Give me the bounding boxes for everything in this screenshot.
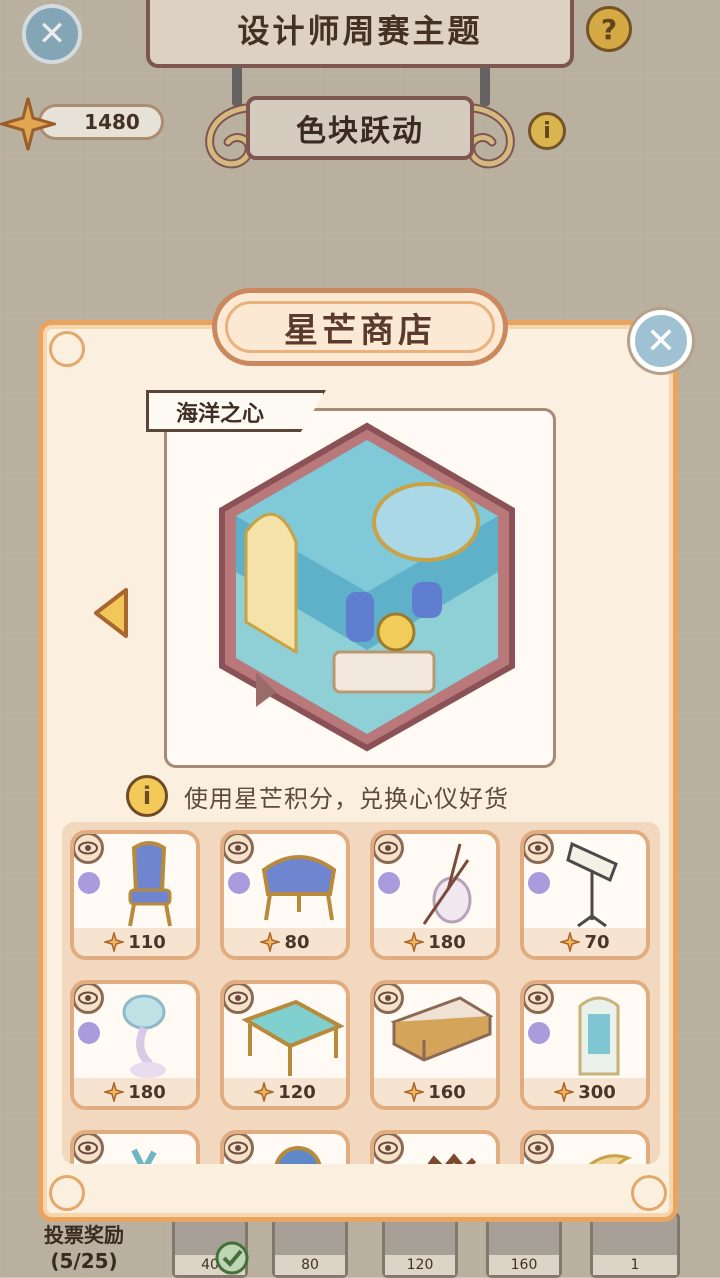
star-icon bbox=[104, 932, 125, 952]
shop-item[interactable]: 110 bbox=[70, 830, 200, 960]
cabinet-icon bbox=[578, 996, 620, 1076]
eye-icon[interactable] bbox=[524, 984, 554, 1014]
shop-item[interactable]: 180 bbox=[70, 980, 200, 1110]
shop-item[interactable] bbox=[370, 1130, 500, 1164]
shop-title: 星芒商店 bbox=[284, 310, 436, 351]
eye-icon[interactable] bbox=[74, 984, 104, 1014]
eye-icon[interactable] bbox=[374, 1134, 404, 1164]
shop-hint-row: i 使用星芒积分，兑换心仪好货 bbox=[126, 774, 509, 818]
category-tag-icon bbox=[526, 1020, 552, 1046]
chair-icon bbox=[128, 841, 172, 927]
close-icon[interactable]: ✕ bbox=[630, 310, 692, 372]
category-tag-icon bbox=[376, 870, 402, 896]
item-price: 120 bbox=[278, 1081, 316, 1103]
shop-item[interactable]: 80 bbox=[220, 830, 350, 960]
desk-icon bbox=[390, 996, 494, 1062]
shop-item[interactable]: 70 bbox=[520, 830, 650, 960]
item-price: 180 bbox=[428, 931, 466, 953]
category-tag-icon bbox=[76, 870, 102, 896]
crown-icon bbox=[427, 1153, 477, 1164]
star-icon bbox=[260, 932, 281, 952]
shop-item[interactable] bbox=[220, 1130, 350, 1164]
eye-icon[interactable] bbox=[224, 1134, 254, 1164]
star-icon bbox=[554, 1082, 575, 1102]
shop-hint: 使用星芒积分，兑换心仪好货 bbox=[184, 784, 509, 813]
shop-title-banner: 星芒商店 bbox=[212, 288, 508, 366]
decor-icon bbox=[131, 1148, 157, 1164]
eye-icon[interactable] bbox=[374, 834, 404, 864]
star-icon bbox=[404, 932, 425, 952]
shop-item[interactable] bbox=[70, 1130, 200, 1164]
item-price: 110 bbox=[128, 931, 166, 953]
item-price: 300 bbox=[578, 1081, 616, 1103]
eye-icon[interactable] bbox=[224, 834, 254, 864]
tail-icon bbox=[588, 1154, 633, 1164]
shop-item[interactable]: 160 bbox=[370, 980, 500, 1110]
eye-icon[interactable] bbox=[524, 834, 554, 864]
item-price: 80 bbox=[284, 931, 310, 953]
shop-item[interactable]: 180 bbox=[370, 830, 500, 960]
item-grid[interactable]: 110 80 180 70 180 120 160 300 bbox=[62, 822, 660, 1164]
eye-icon[interactable] bbox=[74, 1134, 104, 1164]
item-price: 180 bbox=[128, 1081, 166, 1103]
shell-lamp-icon bbox=[122, 994, 166, 1078]
shop-item[interactable] bbox=[520, 1130, 650, 1164]
cello-icon bbox=[422, 843, 472, 925]
category-tag-icon bbox=[226, 870, 252, 896]
eye-icon[interactable] bbox=[74, 834, 104, 864]
info-icon: i bbox=[126, 775, 168, 817]
bench-icon bbox=[261, 855, 337, 921]
corner-ornament bbox=[49, 331, 85, 367]
room-preview-image bbox=[219, 422, 515, 752]
item-price: 160 bbox=[428, 1081, 466, 1103]
star-icon bbox=[104, 1082, 125, 1102]
star-icon bbox=[404, 1082, 425, 1102]
shop-item[interactable]: 120 bbox=[220, 980, 350, 1110]
star-icon bbox=[560, 932, 581, 952]
item-price: 70 bbox=[584, 931, 610, 953]
globe-icon bbox=[274, 1146, 322, 1164]
category-tag-icon bbox=[526, 870, 552, 896]
music-stand-icon bbox=[566, 841, 618, 928]
corner-ornament bbox=[631, 1175, 667, 1211]
eye-icon[interactable] bbox=[524, 1134, 554, 1164]
corner-ornament bbox=[49, 1175, 85, 1211]
previous-arrow-icon[interactable] bbox=[92, 586, 130, 640]
star-icon bbox=[254, 1082, 275, 1102]
glass-table-icon bbox=[241, 999, 345, 1076]
shop-item[interactable]: 300 bbox=[520, 980, 650, 1110]
category-tag-icon bbox=[76, 1020, 102, 1046]
